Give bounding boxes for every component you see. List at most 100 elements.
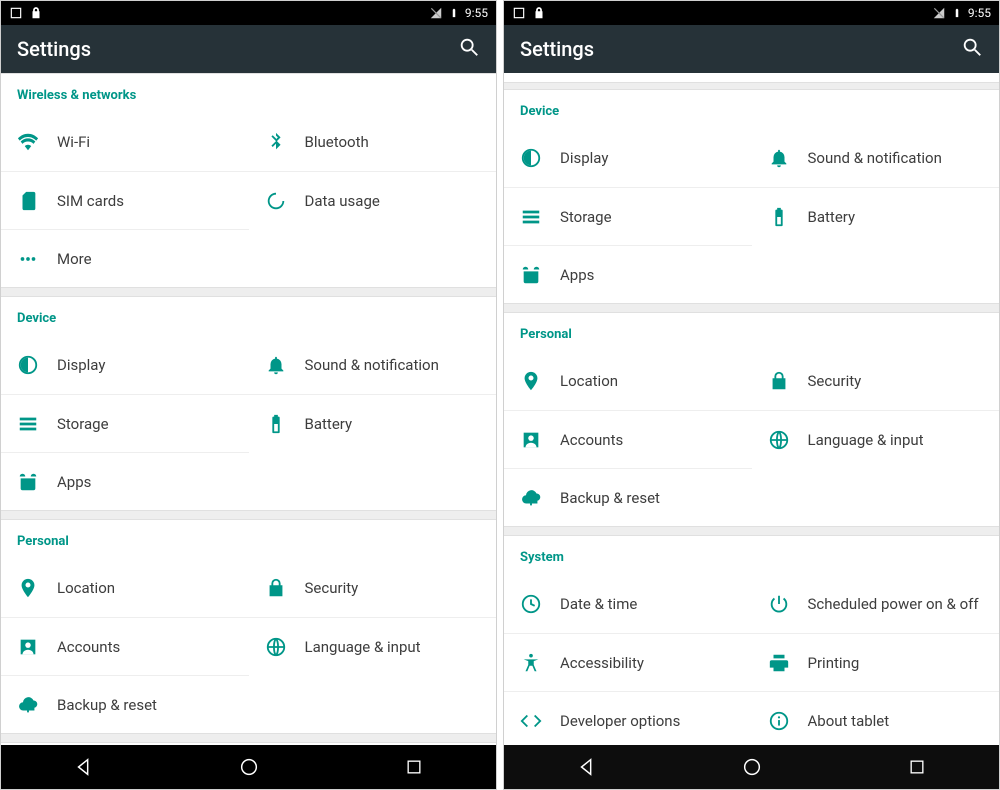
- item-more[interactable]: More: [1, 229, 249, 287]
- nav-back-button[interactable]: [48, 756, 120, 778]
- item-label: Location: [560, 372, 618, 390]
- item-about-tablet[interactable]: About tablet: [752, 691, 1000, 745]
- item-language[interactable]: Language & input: [752, 410, 1000, 468]
- account-icon: [17, 636, 57, 658]
- item-display[interactable]: Display: [1, 336, 249, 394]
- item-scheduled-power[interactable]: Scheduled power on & off: [752, 575, 1000, 633]
- globe-icon: [768, 429, 808, 451]
- item-label: Bluetooth: [305, 133, 369, 151]
- item-label: Battery: [305, 415, 353, 433]
- more-icon: [17, 248, 57, 270]
- settings-list[interactable]: Wireless & networks Wi-Fi Bluetooth: [1, 73, 496, 745]
- item-apps[interactable]: Apps: [504, 245, 752, 303]
- nav-home-button[interactable]: [213, 756, 285, 778]
- settings-list[interactable]: Device Display Sound & notification: [504, 73, 999, 745]
- item-label: Display: [57, 356, 105, 374]
- section-personal: Personal Location Security Accounts: [1, 519, 496, 734]
- item-storage[interactable]: Storage: [504, 187, 752, 245]
- item-label: Backup & reset: [57, 696, 157, 714]
- apps-icon: [17, 471, 57, 493]
- data-usage-icon: [265, 190, 305, 212]
- item-printing[interactable]: Printing: [752, 633, 1000, 691]
- item-label: Storage: [57, 415, 109, 433]
- item-bluetooth[interactable]: Bluetooth: [249, 113, 497, 171]
- app-bar: Settings: [504, 25, 999, 73]
- item-label: Sound & notification: [305, 356, 439, 374]
- section-system: System Date & time Scheduled power on & …: [504, 535, 999, 745]
- section-wireless: Wireless & networks Wi-Fi Bluetooth: [1, 73, 496, 288]
- item-language[interactable]: Language & input: [249, 617, 497, 675]
- storage-icon: [17, 413, 57, 435]
- location-icon: [520, 370, 560, 392]
- item-label: About tablet: [808, 712, 890, 730]
- item-display[interactable]: Display: [504, 129, 752, 187]
- item-label: Scheduled power on & off: [808, 595, 979, 613]
- sim-icon: [17, 190, 57, 212]
- item-label: Printing: [808, 654, 860, 672]
- bell-icon: [265, 354, 305, 376]
- search-button[interactable]: [961, 36, 983, 63]
- status-bar: 9:55: [504, 1, 999, 25]
- storage-icon: [520, 206, 560, 228]
- item-label: Wi-Fi: [57, 133, 90, 151]
- nav-home-button[interactable]: [716, 756, 788, 778]
- location-icon: [17, 577, 57, 599]
- item-date-time[interactable]: Date & time: [504, 575, 752, 633]
- item-accounts[interactable]: Accounts: [1, 617, 249, 675]
- item-data-usage[interactable]: Data usage: [249, 171, 497, 229]
- item-security[interactable]: Security: [752, 352, 1000, 410]
- wifi-icon: [17, 131, 57, 153]
- info-icon: [768, 710, 808, 732]
- item-battery[interactable]: Battery: [752, 187, 1000, 245]
- item-sound[interactable]: Sound & notification: [249, 336, 497, 394]
- item-security[interactable]: Security: [249, 559, 497, 617]
- item-label: Sound & notification: [808, 149, 942, 167]
- battery-icon: [265, 413, 305, 435]
- item-accounts[interactable]: Accounts: [504, 410, 752, 468]
- nav-back-button[interactable]: [551, 756, 623, 778]
- section-header-wireless: Wireless & networks: [1, 74, 496, 113]
- lock-icon: [768, 370, 808, 392]
- window-icon: [512, 6, 526, 20]
- item-developer-options[interactable]: Developer options: [504, 691, 752, 745]
- item-label: Accounts: [560, 431, 623, 449]
- item-sim-cards[interactable]: SIM cards: [1, 171, 249, 229]
- item-sound[interactable]: Sound & notification: [752, 129, 1000, 187]
- item-backup[interactable]: Backup & reset: [1, 675, 249, 733]
- nav-recent-button[interactable]: [881, 757, 953, 777]
- nav-recent-button[interactable]: [378, 757, 450, 777]
- app-bar: Settings: [1, 25, 496, 73]
- item-label: Battery: [808, 208, 856, 226]
- section-device: Device Display Sound & notification: [1, 296, 496, 511]
- page-title: Settings: [520, 37, 594, 61]
- cloud-upload-icon: [520, 487, 560, 509]
- item-wifi[interactable]: Wi-Fi: [1, 113, 249, 171]
- display-icon: [17, 354, 57, 376]
- item-label: Security: [305, 579, 359, 597]
- item-label: Apps: [57, 473, 91, 491]
- power-icon: [768, 593, 808, 615]
- account-icon: [520, 429, 560, 451]
- item-storage[interactable]: Storage: [1, 394, 249, 452]
- window-icon: [9, 6, 23, 20]
- screen-settings-bottom: 9:55 Settings Device Display Sound & not…: [503, 0, 1000, 790]
- item-label: Accessibility: [560, 654, 644, 672]
- section-header-personal: Personal: [1, 520, 496, 559]
- item-accessibility[interactable]: Accessibility: [504, 633, 752, 691]
- item-label: Storage: [560, 208, 612, 226]
- cloud-upload-icon: [17, 694, 57, 716]
- screen-settings-top: 9:55 Settings Wireless & networks Wi-Fi …: [0, 0, 497, 790]
- braces-icon: [520, 710, 560, 732]
- item-backup[interactable]: Backup & reset: [504, 468, 752, 526]
- search-button[interactable]: [458, 36, 480, 63]
- display-icon: [520, 147, 560, 169]
- item-label: Apps: [560, 266, 594, 284]
- item-location[interactable]: Location: [1, 559, 249, 617]
- apps-icon: [520, 264, 560, 286]
- bluetooth-icon: [265, 131, 305, 153]
- section-personal: Personal Location Security Accounts: [504, 312, 999, 527]
- item-label: More: [57, 250, 92, 268]
- item-battery[interactable]: Battery: [249, 394, 497, 452]
- item-location[interactable]: Location: [504, 352, 752, 410]
- item-apps[interactable]: Apps: [1, 452, 249, 510]
